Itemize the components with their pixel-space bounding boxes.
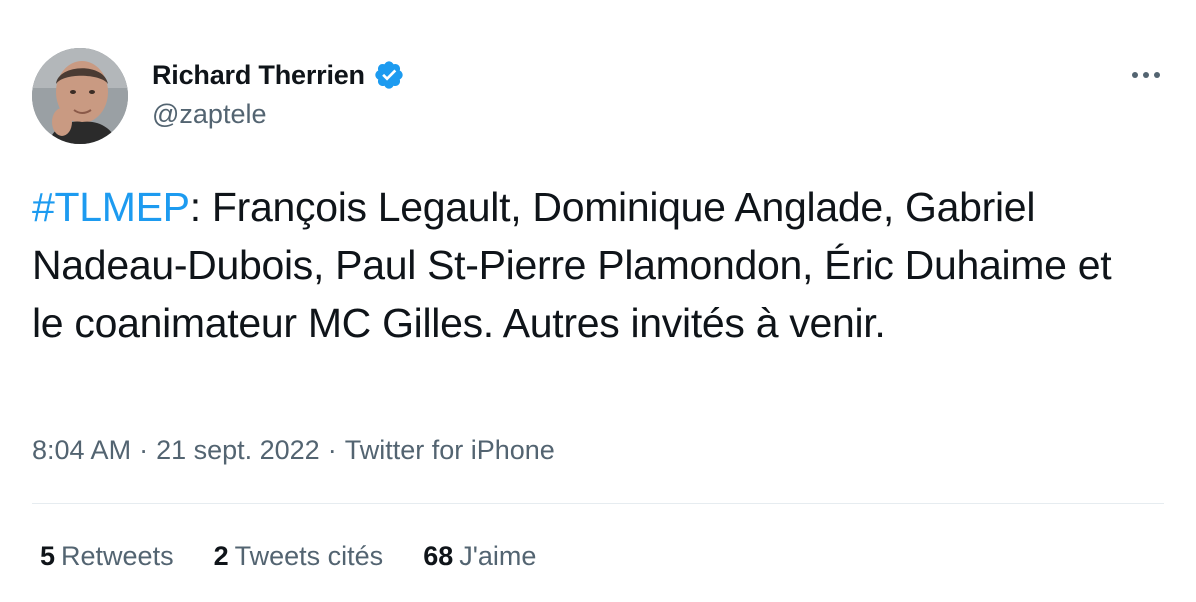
more-dot [1132,72,1138,78]
avatar-photo [32,48,128,144]
likes-label: J'aime [459,541,537,571]
retweets-stat[interactable]: 5 Retweets [40,541,174,572]
quote-tweets-label: Tweets cités [234,541,384,571]
more-dot [1154,72,1160,78]
hashtag-link[interactable]: #TLMEP [32,184,190,230]
tweet-body: : François Legault, Dominique Anglade, G… [32,184,1112,346]
divider [32,503,1164,504]
tweet-source[interactable]: Twitter for iPhone [345,435,555,466]
likes-count: 68 [423,541,454,571]
meta-separator: · [139,435,149,465]
more-options-icon[interactable] [1126,64,1166,86]
author-name-row: Richard Therrien [152,58,405,92]
tweet-text: #TLMEP: François Legault, Dominique Angl… [32,178,1142,352]
tweet-date[interactable]: 21 sept. 2022 [156,435,320,466]
author-display-name[interactable]: Richard Therrien [152,60,365,91]
tweet-card: Richard Therrien @zaptele #TLMEP: Franço… [0,0,1196,602]
tweet-time[interactable]: 8:04 AM [32,435,131,466]
tweet-metadata: 8:04 AM · 21 sept. 2022 · Twitter for iP… [32,435,555,466]
likes-stat[interactable]: 68 J'aime [423,541,536,572]
author-handle[interactable]: @zaptele [152,99,266,130]
meta-separator: · [327,435,337,465]
tweet-stats: 5 Retweets 2 Tweets cités 68 J'aime [40,541,576,572]
retweets-count: 5 [40,541,56,571]
quote-tweets-count: 2 [213,541,229,571]
retweets-label: Retweets [61,541,174,571]
avatar[interactable] [32,48,128,144]
more-dot [1143,72,1149,78]
verified-badge-icon [373,59,405,91]
quote-tweets-stat[interactable]: 2 Tweets cités [214,541,384,572]
